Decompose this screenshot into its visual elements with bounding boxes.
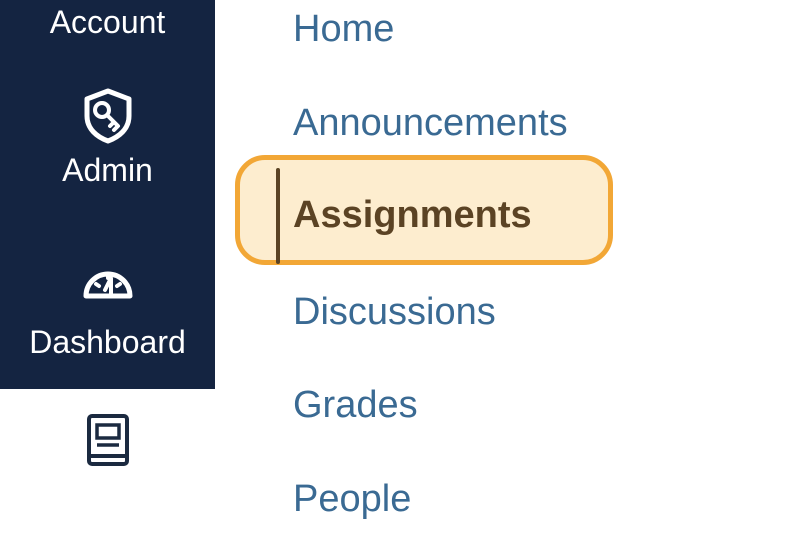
course-nav-assignments[interactable]: Assignments: [293, 193, 532, 237]
book-icon: [86, 414, 129, 466]
admin-label: Admin: [62, 152, 153, 188]
course-nav-people[interactable]: People: [293, 477, 411, 521]
courses-label: Courses: [47, 482, 168, 518]
active-indicator-bar: [276, 168, 280, 264]
global-nav-admin[interactable]: Admin: [0, 86, 215, 188]
global-nav-dashboard[interactable]: Dashboard: [0, 252, 215, 360]
dashboard-label: Dashboard: [29, 324, 186, 360]
course-nav-grades[interactable]: Grades: [293, 383, 418, 427]
account-label: Account: [49, 4, 166, 40]
speedometer-icon: [83, 271, 132, 299]
global-nav-courses[interactable]: Courses: [0, 412, 215, 518]
global-nav: Account Admin Dashboard Courses: [0, 0, 215, 533]
course-nav: Home Announcements Discussions Grades Pe…: [215, 0, 800, 533]
course-nav-discussions[interactable]: Discussions: [293, 290, 496, 334]
shield-key-icon: [84, 88, 131, 144]
course-nav-announcements[interactable]: Announcements: [293, 101, 568, 145]
global-nav-account[interactable]: Account: [0, 4, 215, 40]
course-nav-home[interactable]: Home: [293, 7, 394, 51]
